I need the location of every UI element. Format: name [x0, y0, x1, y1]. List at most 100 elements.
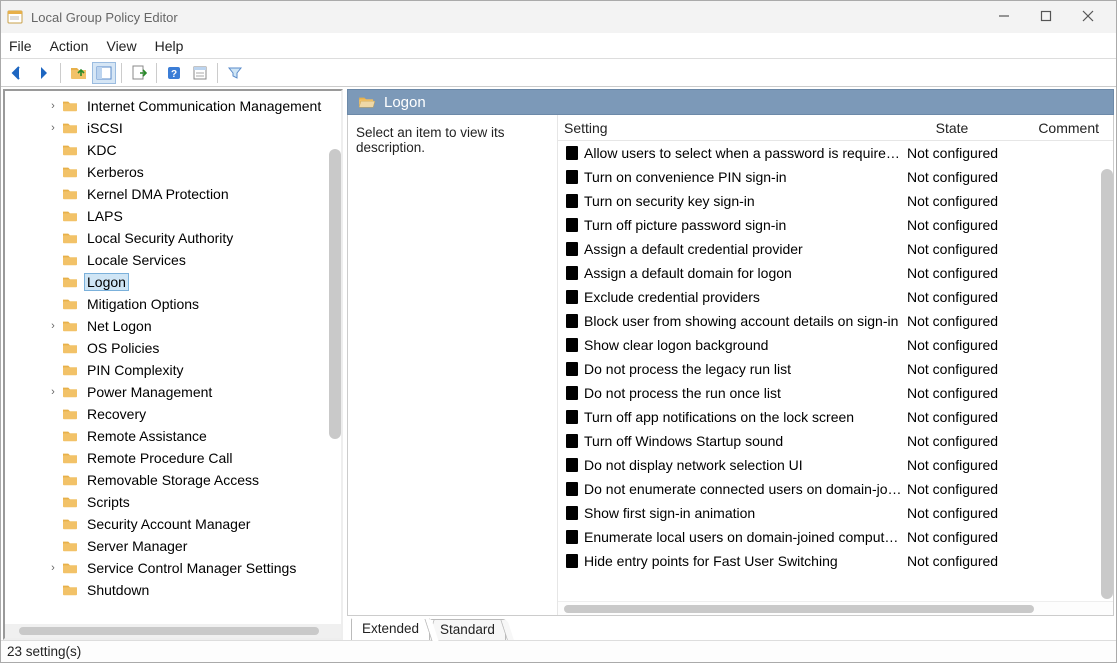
tree-item[interactable]: OS Policies: [5, 337, 341, 359]
setting-row[interactable]: Turn off picture password sign-inNot con…: [558, 213, 1113, 237]
setting-row[interactable]: Show clear logon backgroundNot configure…: [558, 333, 1113, 357]
policy-setting-icon: [564, 505, 580, 521]
back-button[interactable]: [5, 62, 29, 84]
tree-item[interactable]: ›Power Management: [5, 381, 341, 403]
tree-item[interactable]: ›iSCSI: [5, 117, 341, 139]
folder-icon: [61, 143, 79, 157]
tree-item[interactable]: Remote Procedure Call: [5, 447, 341, 469]
tree-item[interactable]: LAPS: [5, 205, 341, 227]
toolbar: ?: [1, 59, 1116, 87]
setting-row[interactable]: Turn off Windows Startup soundNot config…: [558, 429, 1113, 453]
filter-button[interactable]: [223, 62, 247, 84]
menu-help[interactable]: Help: [155, 38, 184, 54]
tab-standard[interactable]: Standard: [429, 619, 506, 641]
tree-item[interactable]: Locale Services: [5, 249, 341, 271]
tree-item[interactable]: Kernel DMA Protection: [5, 183, 341, 205]
setting-row[interactable]: Show first sign-in animationNot configur…: [558, 501, 1113, 525]
policy-setting-icon: [564, 361, 580, 377]
setting-row[interactable]: Do not process the legacy run listNot co…: [558, 357, 1113, 381]
tree-item[interactable]: Server Manager: [5, 535, 341, 557]
folder-icon: [61, 297, 79, 311]
minimize-button[interactable]: [994, 9, 1014, 25]
show-hide-tree-button[interactable]: [92, 62, 116, 84]
help-button[interactable]: ?: [162, 62, 186, 84]
chevron-right-icon[interactable]: ›: [45, 100, 61, 112]
setting-row[interactable]: Turn off app notifications on the lock s…: [558, 405, 1113, 429]
toolbar-separator: [156, 63, 157, 83]
breadcrumb-bar: Logon: [347, 89, 1114, 115]
chevron-right-icon[interactable]: ›: [45, 320, 61, 332]
setting-state: Not configured: [903, 481, 1001, 497]
up-button[interactable]: [66, 62, 90, 84]
policy-setting-icon: [564, 145, 580, 161]
setting-name: Show clear logon background: [584, 337, 903, 353]
tree-item-label: Remote Procedure Call: [85, 450, 235, 466]
setting-row[interactable]: Turn on security key sign-inNot configur…: [558, 189, 1113, 213]
setting-state: Not configured: [903, 313, 1001, 329]
menu-file[interactable]: File: [9, 38, 32, 54]
setting-row[interactable]: Do not display network selection UINot c…: [558, 453, 1113, 477]
tab-extended[interactable]: Extended: [351, 617, 430, 640]
setting-state: Not configured: [903, 529, 1001, 545]
properties-button[interactable]: [188, 62, 212, 84]
toolbar-separator: [60, 63, 61, 83]
tree-item[interactable]: Kerberos: [5, 161, 341, 183]
policy-setting-icon: [564, 289, 580, 305]
column-header-state[interactable]: State: [903, 120, 1001, 136]
policy-setting-icon: [564, 529, 580, 545]
setting-row[interactable]: Assign a default domain for logonNot con…: [558, 261, 1113, 285]
setting-state: Not configured: [903, 265, 1001, 281]
tree-item[interactable]: KDC: [5, 139, 341, 161]
tree-item[interactable]: Local Security Authority: [5, 227, 341, 249]
tree-item[interactable]: PIN Complexity: [5, 359, 341, 381]
menu-view[interactable]: View: [106, 38, 136, 54]
column-header-comment[interactable]: Comment: [1001, 120, 1113, 136]
setting-row[interactable]: Assign a default credential providerNot …: [558, 237, 1113, 261]
folder-icon: [61, 495, 79, 509]
setting-row[interactable]: Turn on convenience PIN sign-inNot confi…: [558, 165, 1113, 189]
tree-item[interactable]: Removable Storage Access: [5, 469, 341, 491]
column-header-setting[interactable]: Setting: [558, 120, 903, 136]
maximize-button[interactable]: [1036, 9, 1056, 25]
setting-name: Block user from showing account details …: [584, 313, 903, 329]
tree-scrollbar-horizontal[interactable]: [5, 624, 341, 638]
list-scrollbar-vertical[interactable]: [1101, 169, 1113, 599]
setting-name: Turn on security key sign-in: [584, 193, 903, 209]
tree-item[interactable]: Security Account Manager: [5, 513, 341, 535]
tree-item-label: Local Security Authority: [85, 230, 235, 246]
tree-item[interactable]: Scripts: [5, 491, 341, 513]
setting-name: Turn off picture password sign-in: [584, 217, 903, 233]
setting-row[interactable]: Do not enumerate connected users on doma…: [558, 477, 1113, 501]
setting-state: Not configured: [903, 385, 1001, 401]
navigation-tree[interactable]: ›Internet Communication Management›iSCSI…: [5, 91, 341, 624]
tree-item[interactable]: ›Internet Communication Management: [5, 95, 341, 117]
tree-item[interactable]: ›Net Logon: [5, 315, 341, 337]
setting-row[interactable]: Block user from showing account details …: [558, 309, 1113, 333]
chevron-right-icon[interactable]: ›: [45, 122, 61, 134]
folder-icon: [61, 341, 79, 355]
setting-name: Allow users to select when a password is…: [584, 145, 903, 161]
setting-row[interactable]: Allow users to select when a password is…: [558, 141, 1113, 165]
tree-scrollbar-vertical[interactable]: [329, 149, 341, 439]
policy-setting-icon: [564, 337, 580, 353]
setting-row[interactable]: Do not process the run once listNot conf…: [558, 381, 1113, 405]
chevron-right-icon[interactable]: ›: [45, 562, 61, 574]
tree-item[interactable]: Recovery: [5, 403, 341, 425]
setting-row[interactable]: Enumerate local users on domain-joined c…: [558, 525, 1113, 549]
tree-item[interactable]: Logon: [5, 271, 341, 293]
forward-button[interactable]: [31, 62, 55, 84]
folder-icon: [61, 99, 79, 113]
setting-row[interactable]: Hide entry points for Fast User Switchin…: [558, 549, 1113, 573]
tree-item[interactable]: Remote Assistance: [5, 425, 341, 447]
close-button[interactable]: [1078, 9, 1098, 25]
policy-setting-icon: [564, 457, 580, 473]
list-scrollbar-horizontal[interactable]: [558, 601, 1113, 615]
tree-item[interactable]: Shutdown: [5, 579, 341, 601]
menu-action[interactable]: Action: [50, 38, 89, 54]
chevron-right-icon[interactable]: ›: [45, 386, 61, 398]
export-button[interactable]: [127, 62, 151, 84]
folder-icon: [61, 473, 79, 487]
setting-row[interactable]: Exclude credential providersNot configur…: [558, 285, 1113, 309]
tree-item[interactable]: Mitigation Options: [5, 293, 341, 315]
tree-item[interactable]: ›Service Control Manager Settings: [5, 557, 341, 579]
